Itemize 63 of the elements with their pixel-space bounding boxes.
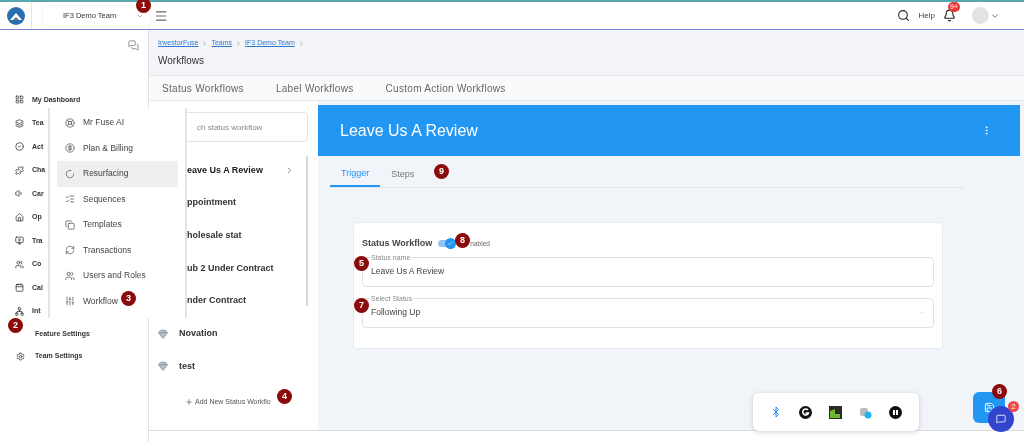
- logo-icon[interactable]: [7, 6, 25, 25]
- menu-item[interactable]: Transactions: [57, 237, 134, 263]
- search-icon[interactable]: [896, 9, 910, 22]
- menu-icon[interactable]: [154, 8, 168, 23]
- menu-item[interactable]: Mr Fuse AI: [57, 110, 127, 136]
- menu-item[interactable]: Sequences: [57, 186, 128, 212]
- card-heading: Status Workflow: [362, 237, 433, 250]
- chat-icon: [996, 414, 1006, 424]
- sidebar-icon[interactable]: [15, 306, 24, 316]
- plus-icon: [185, 398, 193, 407]
- sidebar-icon[interactable]: [15, 189, 24, 199]
- sidebar-icon[interactable]: [15, 95, 24, 105]
- field-value: Leave Us A Review: [371, 265, 445, 278]
- menu-item[interactable]: Plan & Billing: [57, 135, 136, 161]
- page-title: Workflows: [158, 53, 205, 68]
- menu-item-icon: [65, 245, 75, 256]
- workflow-list-item[interactable]: test: [179, 359, 294, 374]
- check-icon: [447, 240, 455, 248]
- sidebar-icon[interactable]: [15, 118, 24, 128]
- menu-item[interactable]: Users and Roles: [57, 263, 148, 289]
- pause-icon[interactable]: [889, 405, 903, 419]
- enabled-toggle[interactable]: [438, 240, 455, 248]
- tab[interactable]: Label Workflows: [275, 76, 354, 100]
- chat-icon[interactable]: [128, 40, 139, 51]
- menu-item[interactable]: Workflow: [57, 288, 120, 314]
- sidebar-icon[interactable]: [15, 236, 24, 246]
- tab[interactable]: Status Workflows: [162, 76, 244, 100]
- workflow-list-item[interactable]: nder Contract: [187, 294, 294, 308]
- field-value: Following Up: [371, 306, 421, 319]
- sidebar-icon[interactable]: [15, 212, 24, 222]
- chevron-icon: [297, 39, 305, 47]
- workflow-title: Leave Us A Review: [340, 120, 478, 141]
- menu-item-icon: [65, 270, 75, 281]
- save-icon: [983, 402, 995, 413]
- menu-item-icon: [65, 219, 75, 230]
- help-link[interactable]: Help: [918, 9, 935, 22]
- workflow-list-item[interactable]: eave Us A Review: [187, 163, 285, 178]
- menu-item-icon: [65, 117, 75, 128]
- sidebar-icon[interactable]: [15, 165, 24, 175]
- tab[interactable]: Custom Action Workflows: [385, 76, 506, 100]
- menu-item-icon: [65, 296, 75, 307]
- gear-icon[interactable]: [16, 351, 25, 361]
- sidebar-icon[interactable]: [15, 259, 24, 269]
- workflow-list-item[interactable]: Novation: [179, 327, 294, 341]
- menu-item-icon: [65, 194, 75, 205]
- chat-badge: 2: [1008, 401, 1019, 412]
- square-app-icon[interactable]: [828, 405, 842, 419]
- menu-item[interactable]: Resurfacing: [57, 161, 178, 187]
- workflow-list-item[interactable]: holesale stat: [187, 228, 294, 243]
- sidebar-icon[interactable]: [15, 142, 24, 152]
- sidebar-icon[interactable]: [15, 283, 24, 293]
- menu-item[interactable]: Templates: [57, 212, 124, 238]
- workflow-list-item[interactable]: ub 2 Under Contract: [187, 261, 294, 276]
- bell-icon[interactable]: [943, 9, 956, 22]
- chevron-icon: [285, 165, 294, 175]
- workflow-list-item[interactable]: ppointment: [187, 196, 294, 210]
- chevron-icon: [201, 39, 209, 47]
- chevron-icon: [235, 39, 243, 47]
- tab[interactable]: Steps: [380, 162, 426, 187]
- menu-item-icon: [65, 143, 75, 154]
- menu-item-icon: [65, 168, 75, 179]
- caret-icon: [918, 309, 925, 316]
- circle-g-icon[interactable]: [798, 405, 812, 419]
